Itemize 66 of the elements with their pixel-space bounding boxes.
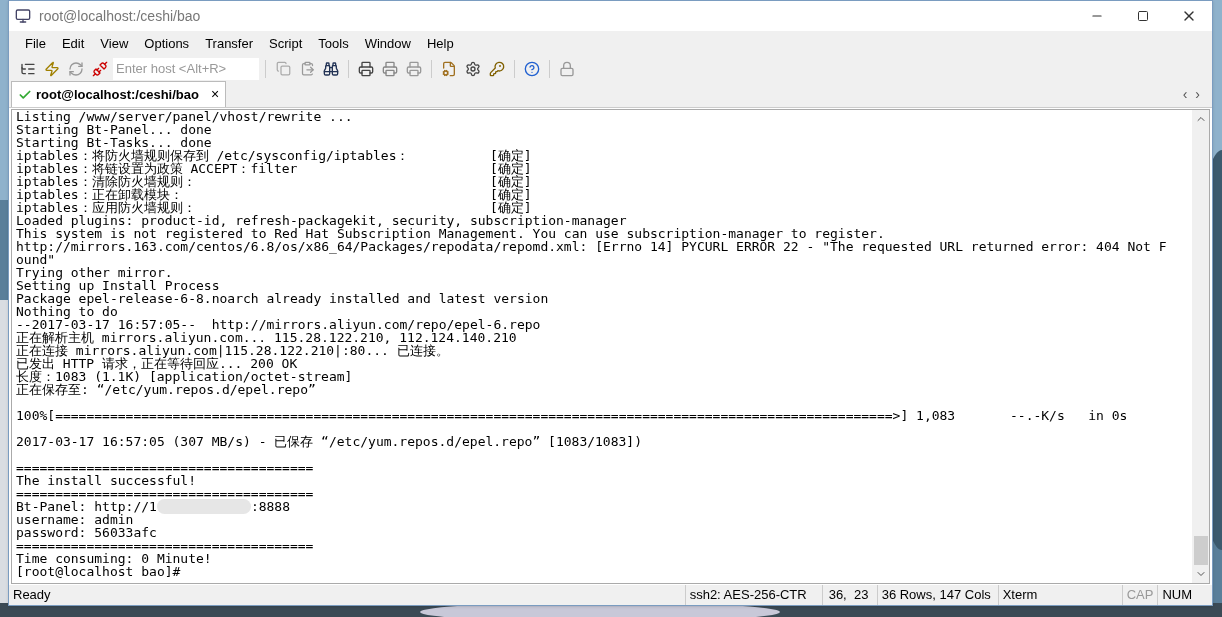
terminal-line: ====================================== (16, 487, 314, 500)
menu-item[interactable]: Script (261, 33, 311, 54)
terminal-line: ound" (16, 253, 56, 266)
terminal-line: iptables：清除防火墙规则： (16, 175, 197, 188)
terminal-line: 已发出 HTTP 请求，正在等待回应... 200 OK (16, 357, 298, 370)
terminal-line: :8888 (250, 500, 291, 513)
status-text: [确定] (490, 162, 532, 175)
status-text: [确定] (490, 149, 532, 162)
terminal-type: Xterm (997, 585, 1122, 605)
terminal-line: ====================================== (16, 461, 314, 474)
terminal-line: Trying other mirror. (16, 266, 173, 279)
terminal-line: 正在解析主机 mirrors.aliyun.com... 115.28.122.210, 112.124.140.210 (16, 331, 517, 344)
maximize-icon (1137, 10, 1149, 22)
menu-item[interactable]: Transfer (197, 33, 262, 54)
menu-item[interactable]: File (17, 33, 54, 54)
status-text: [确定] (490, 175, 532, 188)
session-tab[interactable]: root@localhost:/ceshi/bao × (11, 81, 227, 107)
tab-scroll-button[interactable]: ‹ (1182, 83, 1188, 105)
app-icon (15, 8, 31, 24)
status-text: [确定] (490, 201, 532, 214)
terminal-line: iptables：将防火墙规则保存到 /etc/sysconfig/iptables： (16, 149, 411, 162)
menu-item[interactable]: Tools (310, 33, 357, 54)
menu-item[interactable]: Window (356, 33, 419, 54)
scroll-thumb[interactable] (1193, 536, 1208, 565)
status-text: [确定] (490, 188, 532, 201)
cipher-status: ssh2: AES-256-CTR (684, 585, 822, 605)
terminal-line: 100%[===========================================================================================================>] 1,083 --.-K/s in 0s (16, 409, 1128, 422)
terminal-line: iptables：将链设置为政策 ACCEPT：filter (16, 162, 298, 175)
terminal-line: Setting up Install Process (16, 279, 220, 292)
terminal-line: Nothing to do (16, 305, 118, 318)
terminal-line: Starting Bt-Tasks... done (16, 136, 212, 149)
terminal-line: 2017-03-17 16:57:05 (307 MB/s) - 已保存 “/etc/yum.repos.d/epel.repo” [1083/1083]) (16, 435, 642, 448)
terminal-line: Time consuming: 0 Minute! (16, 552, 212, 565)
tab-label: root@localhost:/ceshi/bao (36, 85, 199, 104)
terminal-line: Starting Bt-Panel... done (16, 123, 212, 136)
scrollbar[interactable] (1192, 110, 1209, 583)
terminal-line: This system is not registered to Red Hat Subscription Management. You can use subscription-manager to register. (16, 227, 885, 240)
terminal-line: Loaded plugins: product-id, refresh-packagekit, security, subscription-manager (16, 214, 627, 227)
terminal-line: iptables：应用防火墙规则： (16, 201, 197, 214)
status-message: Ready (12, 586, 52, 605)
tab-scroll-button[interactable]: › (1195, 83, 1200, 105)
key-indicator: NUM (1157, 585, 1196, 605)
terminal-line: password: 56033afc (16, 526, 157, 539)
terminal-line: ====================================== (16, 539, 314, 552)
tab-close-button[interactable]: × (210, 84, 220, 105)
terminal-line: 正在连接 mirrors.aliyun.com|115.28.122.210|:80... 已连接。 (16, 344, 449, 357)
menu-item[interactable]: Help (418, 33, 462, 54)
terminal-line: iptables：正在卸载模块： (16, 188, 184, 201)
terminal-line: 长度：1083 (1.1K) [application/octet-stream] (16, 370, 353, 383)
key-indicator: CAP (1121, 585, 1158, 605)
terminal-line: http://mirrors.163.com/centos/6.8/os/x86_64/Packages/repodata/repomd.xml: [Errno 14] PYCURL ERROR 22 - "The requested URL returned error: 404 Not F (16, 240, 1167, 253)
menu-item[interactable]: View (92, 33, 137, 54)
host-field[interactable]: Enter host <Alt+R> (113, 57, 259, 80)
terminal-line: Bt-Panel: http://1 (16, 500, 157, 513)
terminal-line: The install successful! (16, 474, 196, 487)
menu-item[interactable]: Options (136, 33, 198, 54)
terminal-line: --2017-03-17 16:57:05-- http://mirrors.aliyun.com/repo/epel-6.repo (16, 318, 541, 331)
terminal-line: 正在保存至: “/etc/yum.repos.d/epel.repo” (16, 383, 316, 396)
terminal-line: username: admin (16, 513, 134, 526)
terminal-size: 36 Rows, 147 Cols (876, 585, 998, 605)
menu-item[interactable]: Edit (53, 33, 93, 54)
window-title: root@localhost:/ceshi/bao (39, 6, 201, 26)
cursor-position: 36, 23 (821, 585, 877, 605)
terminal-line: [root@localhost bao]# (16, 565, 181, 578)
terminal-line: Package epel-release-6-8.noarch already installed and latest version (16, 292, 549, 305)
terminal-line: Listing /www/server/panel/vhost/rewrite ... (16, 110, 353, 123)
